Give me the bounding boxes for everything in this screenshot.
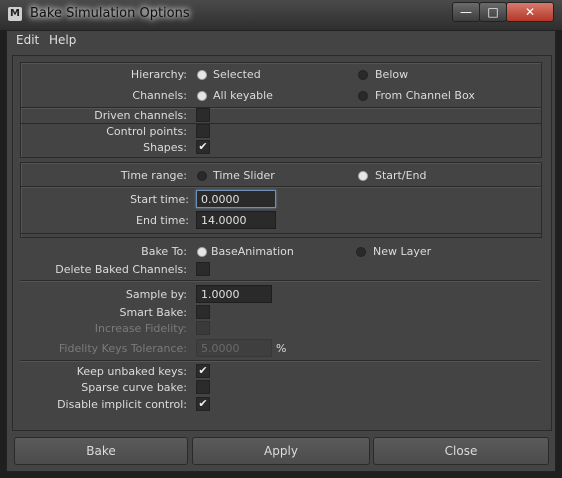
control-points-checkbox[interactable] bbox=[196, 124, 210, 138]
start-end-subgroup bbox=[20, 186, 542, 234]
fidelity-percent-unit: % bbox=[276, 342, 287, 355]
fidelity-keys-tolerance-label: Fidelity Keys Tolerance: bbox=[58, 342, 187, 355]
separator bbox=[20, 360, 540, 362]
channels-all-keyable-label: All keyable bbox=[213, 89, 273, 102]
hierarchy-below-radio[interactable] bbox=[358, 70, 368, 80]
smart-bake-label: Smart Bake: bbox=[119, 306, 187, 319]
control-points-label: Control points: bbox=[106, 125, 187, 138]
disable-implicit-control-checkbox[interactable]: ✔ bbox=[196, 397, 210, 411]
smart-bake-checkbox[interactable] bbox=[196, 305, 210, 319]
channels-from-channel-box-radio[interactable] bbox=[358, 91, 368, 101]
time-range-label: Time range: bbox=[120, 169, 187, 182]
end-time-field[interactable]: 14.0000 bbox=[196, 211, 276, 229]
bake-to-new-layer-label: New Layer bbox=[373, 245, 432, 258]
sparse-curve-bake-checkbox[interactable] bbox=[196, 380, 210, 394]
shapes-label: Shapes: bbox=[143, 141, 187, 154]
time-range-start-end-radio[interactable] bbox=[358, 171, 368, 181]
close-button[interactable]: Close bbox=[373, 437, 549, 465]
increase-fidelity-checkbox[interactable] bbox=[196, 321, 210, 335]
bake-to-new-layer-radio[interactable] bbox=[356, 247, 366, 257]
window-title: Bake Simulation Options bbox=[30, 6, 190, 21]
sample-by-label: Sample by: bbox=[125, 288, 187, 301]
disable-implicit-control-label: Disable implicit control: bbox=[57, 398, 187, 411]
channels-all-keyable-radio[interactable] bbox=[197, 91, 207, 101]
end-time-label: End time: bbox=[136, 214, 189, 227]
increase-fidelity-label: Increase Fidelity: bbox=[94, 322, 187, 335]
time-range-time-slider-label: Time Slider bbox=[213, 169, 275, 182]
hierarchy-selected-radio[interactable] bbox=[197, 70, 207, 80]
start-time-field[interactable]: 0.0000 bbox=[196, 190, 276, 208]
delete-baked-channels-label: Delete Baked Channels: bbox=[55, 263, 187, 276]
bake-to-base-animation-radio[interactable] bbox=[197, 247, 207, 257]
delete-baked-channels-checkbox[interactable] bbox=[196, 262, 210, 276]
fidelity-keys-tolerance-field[interactable]: 5.0000 bbox=[196, 339, 272, 357]
driven-channels-label: Driven channels: bbox=[94, 109, 187, 122]
menu-edit[interactable]: Edit bbox=[16, 33, 39, 47]
close-window-button[interactable]: ✕ bbox=[506, 2, 554, 22]
bake-button[interactable]: Bake bbox=[14, 437, 188, 465]
channels-from-channel-box-label: From Channel Box bbox=[375, 89, 475, 102]
time-range-time-slider-radio[interactable] bbox=[197, 171, 207, 181]
driven-channels-checkbox[interactable] bbox=[196, 108, 210, 122]
minimize-button[interactable]: — bbox=[452, 2, 480, 22]
hierarchy-label: Hierarchy: bbox=[130, 68, 187, 81]
keep-unbaked-keys-label: Keep unbaked keys: bbox=[76, 365, 187, 378]
shapes-checkbox[interactable]: ✔ bbox=[196, 140, 210, 154]
hierarchy-below-label: Below bbox=[375, 68, 409, 81]
keep-unbaked-keys-checkbox[interactable]: ✔ bbox=[196, 364, 210, 378]
maya-app-icon: M bbox=[8, 7, 22, 21]
start-time-label: Start time: bbox=[130, 193, 189, 206]
menu-help[interactable]: Help bbox=[49, 33, 76, 47]
hierarchy-selected-label: Selected bbox=[213, 68, 261, 81]
bake-to-label: Bake To: bbox=[141, 245, 187, 258]
sample-by-field[interactable]: 1.0000 bbox=[196, 285, 272, 303]
maximize-button[interactable]: □ bbox=[479, 2, 507, 22]
separator bbox=[20, 280, 540, 282]
sparse-curve-bake-label: Sparse curve bake: bbox=[81, 381, 187, 394]
channels-label: Channels: bbox=[132, 89, 187, 102]
bake-to-base-animation-label: BaseAnimation bbox=[211, 245, 294, 258]
apply-button[interactable]: Apply bbox=[192, 437, 370, 465]
time-range-start-end-label: Start/End bbox=[375, 169, 427, 182]
